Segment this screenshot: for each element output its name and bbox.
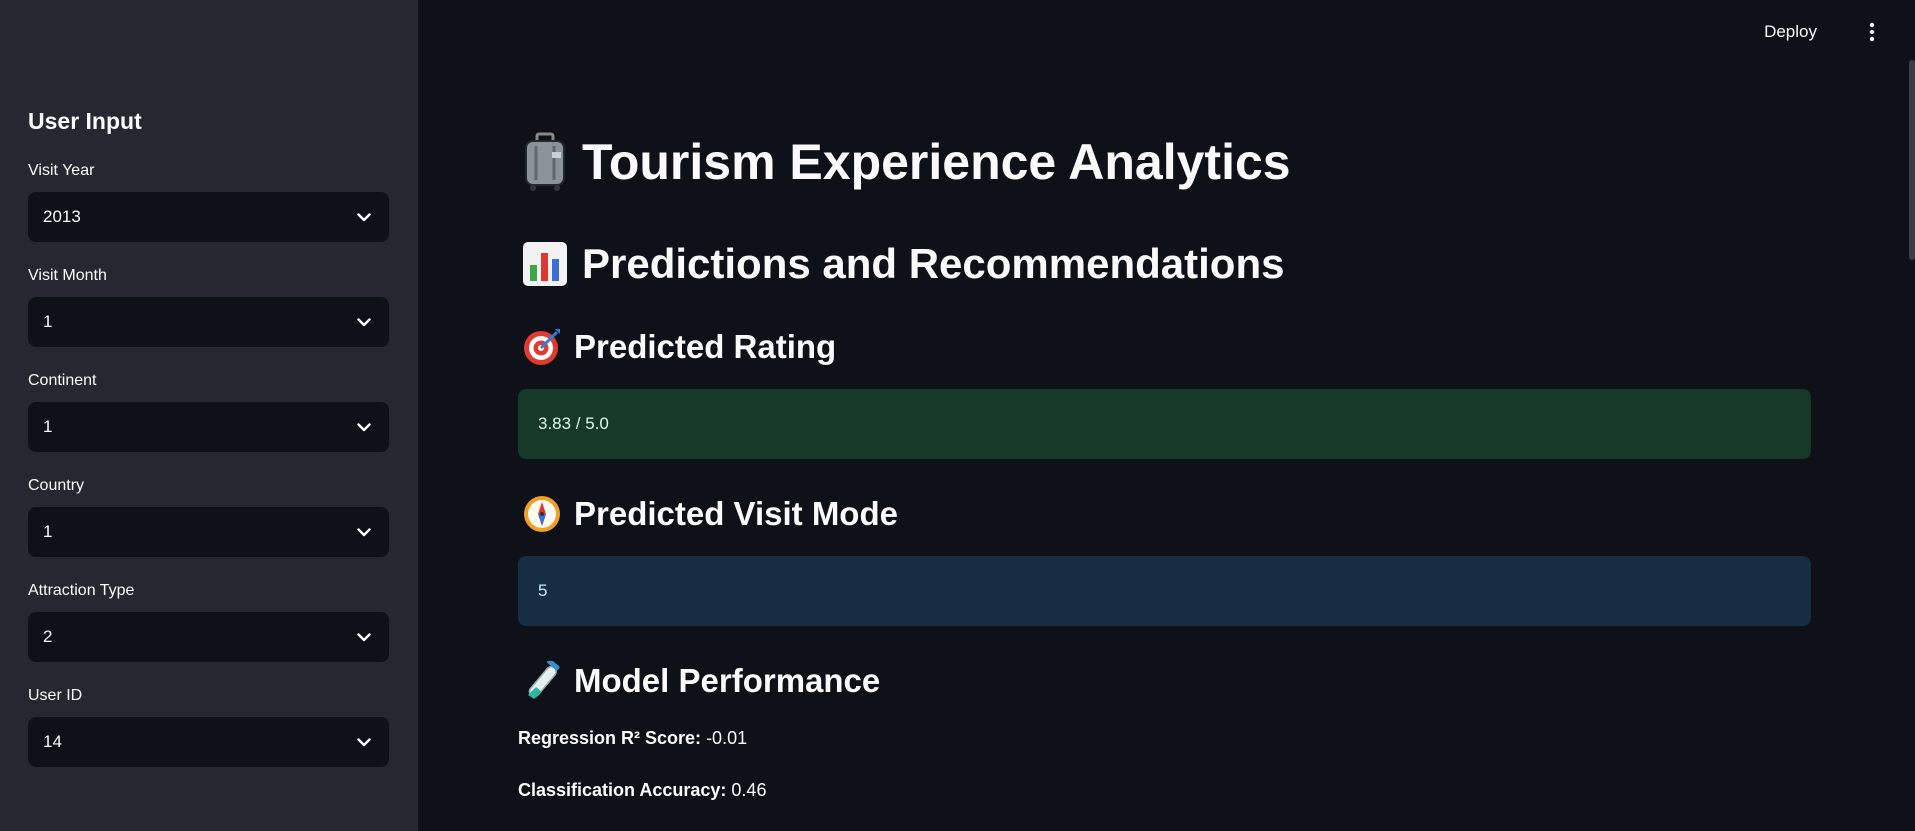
country-value: 1 — [43, 522, 53, 541]
bar-chart-icon — [522, 241, 568, 287]
continent-select[interactable]: 1 — [28, 402, 389, 452]
chevron-down-icon — [357, 422, 371, 432]
luggage-icon — [522, 132, 568, 192]
predicted-visit-mode-box: 5 — [518, 556, 1811, 626]
attraction-type-label: Attraction Type — [28, 582, 135, 599]
visit-year-select[interactable]: 2013 — [28, 192, 389, 242]
kebab-menu-icon[interactable] — [1869, 22, 1875, 47]
classification-accuracy: Classification Accuracy: 0.46 — [518, 780, 766, 801]
regression-score: Regression R² Score: -0.01 — [518, 728, 747, 749]
predicted-rating-heading-text: Predicted Rating — [574, 328, 837, 365]
section-title-text: Predictions and Recommendations — [582, 240, 1285, 287]
deploy-button[interactable]: Deploy — [1764, 22, 1817, 42]
scrollbar[interactable] — [1909, 60, 1915, 260]
model-performance-heading-text: Model Performance — [574, 662, 881, 699]
classification-accuracy-label: Classification Accuracy: — [518, 780, 727, 800]
visit-year-value: 2013 — [43, 207, 81, 226]
sidebar: User Input Visit Year 2013 Visit Month 1… — [0, 0, 418, 831]
regression-score-value: -0.01 — [701, 728, 748, 748]
chevron-down-icon — [357, 632, 371, 642]
predicted-rating-box: 3.83 / 5.0 — [518, 389, 1811, 459]
user-id-select[interactable]: 14 — [28, 717, 389, 767]
predicted-rating-value: 3.83 / 5.0 — [538, 414, 609, 433]
target-icon — [522, 327, 562, 367]
attraction-type-value: 2 — [43, 627, 53, 646]
section-title: Predictions and Recommendations — [522, 240, 1284, 288]
chevron-down-icon — [357, 212, 371, 222]
predicted-visit-mode-heading: Predicted Visit Mode — [522, 494, 898, 534]
continent-label: Continent — [28, 372, 97, 389]
country-label: Country — [28, 477, 85, 494]
chevron-down-icon — [357, 737, 371, 747]
predicted-visit-mode-value: 5 — [538, 581, 548, 600]
predicted-rating-heading: Predicted Rating — [522, 327, 836, 367]
user-id-label: User ID — [28, 687, 83, 704]
visit-month-select[interactable]: 1 — [28, 297, 389, 347]
page-title: Tourism Experience Analytics — [522, 132, 1291, 192]
sidebar-title: User Input — [28, 108, 142, 134]
predicted-visit-mode-heading-text: Predicted Visit Mode — [574, 495, 898, 532]
model-performance-heading: Model Performance — [522, 661, 880, 701]
user-id-value: 14 — [43, 732, 62, 751]
chevron-down-icon — [357, 527, 371, 537]
attraction-type-select[interactable]: 2 — [28, 612, 389, 662]
visit-month-label: Visit Month — [28, 267, 107, 284]
visit-year-label: Visit Year — [28, 162, 95, 179]
page-title-text: Tourism Experience Analytics — [582, 134, 1291, 190]
classification-accuracy-value: 0.46 — [726, 780, 767, 800]
visit-month-value: 1 — [43, 312, 53, 331]
country-select[interactable]: 1 — [28, 507, 389, 557]
regression-score-label: Regression R² Score: — [518, 728, 702, 748]
test-tube-icon — [522, 661, 562, 701]
chevron-down-icon — [357, 317, 371, 327]
continent-value: 1 — [43, 417, 53, 436]
compass-icon — [522, 494, 562, 534]
